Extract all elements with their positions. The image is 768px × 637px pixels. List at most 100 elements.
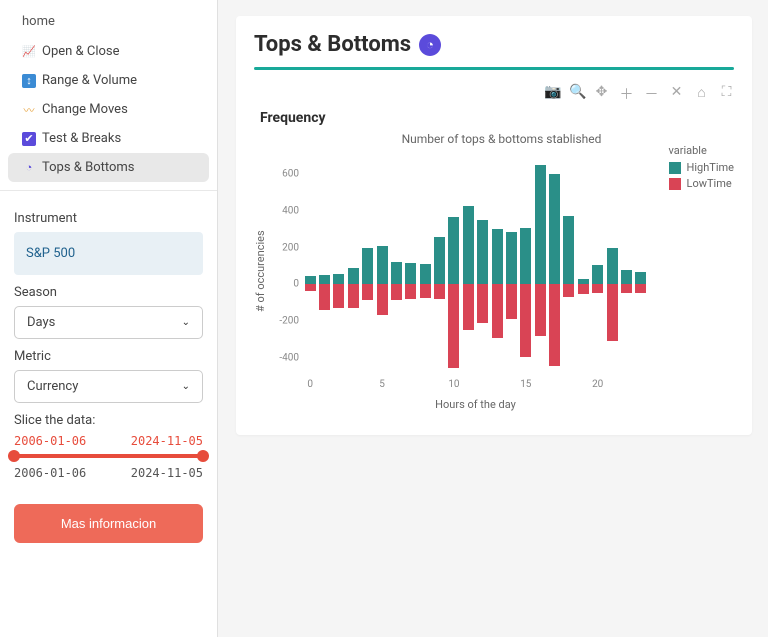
bar-group bbox=[619, 156, 633, 376]
bar-group bbox=[346, 156, 360, 376]
bar-group bbox=[303, 156, 317, 376]
slider-thumb-end[interactable] bbox=[197, 450, 209, 462]
bar-low bbox=[492, 284, 503, 338]
camera-icon[interactable]: 📷 bbox=[544, 84, 559, 104]
nav-item-label: Test & Breaks bbox=[42, 131, 121, 146]
bar-group bbox=[432, 156, 446, 376]
more-info-button[interactable]: Mas informacion bbox=[14, 504, 203, 543]
bar-low bbox=[578, 284, 589, 294]
metric-value: Currency bbox=[27, 379, 78, 394]
x-tick: 20 bbox=[592, 379, 603, 390]
bar-low bbox=[434, 284, 445, 299]
metric-label: Metric bbox=[14, 349, 203, 364]
y-tick: -200 bbox=[269, 316, 299, 327]
bar-low bbox=[305, 284, 316, 290]
bar-high bbox=[621, 270, 632, 285]
bar-high bbox=[319, 275, 330, 284]
nav: home 📈Open & Close ↕ Range & Volume 〰Change… bbox=[0, 0, 217, 191]
bar-high bbox=[448, 217, 459, 285]
legend-title: variable bbox=[669, 144, 734, 157]
reset-icon[interactable]: ⌂ bbox=[694, 84, 709, 104]
nav-icon: ◔ bbox=[22, 161, 36, 175]
season-value: Days bbox=[27, 315, 55, 330]
bar-group bbox=[562, 156, 576, 376]
bar-low bbox=[592, 284, 603, 293]
legend-label: LowTime bbox=[687, 177, 732, 190]
bar-high bbox=[506, 232, 517, 284]
instrument-field[interactable]: S&P 500 bbox=[14, 232, 203, 275]
bar-group bbox=[461, 156, 475, 376]
x-tick: 0 bbox=[307, 379, 313, 390]
legend: variable HighTime LowTime bbox=[669, 144, 734, 193]
bar-low bbox=[377, 284, 388, 315]
nav-icon: ✔ bbox=[22, 132, 36, 146]
bar-high bbox=[434, 237, 445, 285]
bar-high bbox=[305, 276, 316, 284]
slice-end-max: 2024-11-05 bbox=[131, 466, 203, 480]
bar-group bbox=[375, 156, 389, 376]
bar-low bbox=[549, 284, 560, 366]
bar-high bbox=[391, 262, 402, 284]
x-tick: 15 bbox=[520, 379, 531, 390]
nav-item-change-moves[interactable]: 〰Change Moves bbox=[0, 95, 217, 124]
pan-icon[interactable]: ✥ bbox=[594, 84, 609, 104]
bar-low bbox=[448, 284, 459, 367]
bar-low bbox=[535, 284, 546, 335]
nav-item-label: Open & Close bbox=[42, 44, 120, 59]
bar-high bbox=[377, 246, 388, 285]
chart-toolbar: 📷 🔍 ✥ ＋ － ✕ ⌂ ⛶ bbox=[254, 84, 734, 104]
bar-group bbox=[476, 156, 490, 376]
nav-item-label: Tops & Bottoms bbox=[42, 160, 135, 175]
clock-icon: ◔ bbox=[419, 34, 441, 56]
bar-high bbox=[549, 174, 560, 284]
bar-high bbox=[420, 264, 431, 284]
y-tick: 200 bbox=[269, 242, 299, 253]
slider-thumb-start[interactable] bbox=[8, 450, 20, 462]
instrument-label: Instrument bbox=[14, 211, 203, 226]
x-tick: 5 bbox=[379, 379, 385, 390]
page-title: Tops & Bottoms bbox=[254, 32, 411, 57]
autoscale-icon[interactable]: ✕ bbox=[669, 84, 684, 104]
y-tick: 600 bbox=[269, 169, 299, 180]
zoom-in-icon[interactable]: ＋ bbox=[619, 84, 634, 104]
bar-group bbox=[389, 156, 403, 376]
fullscreen-icon[interactable]: ⛶ bbox=[719, 84, 734, 104]
nav-item-range-volume[interactable]: ↕ Range & Volume bbox=[0, 66, 217, 95]
card: Tops & Bottoms ◔ 📷🔍✥＋－✕⌂⛶ Frequency # of… bbox=[236, 16, 752, 435]
nav-icon: ↕ bbox=[22, 74, 36, 88]
legend-swatch bbox=[669, 178, 681, 190]
bar-group bbox=[533, 156, 547, 376]
bar-low bbox=[420, 284, 431, 298]
metric-select[interactable]: Currency ⌄ bbox=[14, 370, 203, 403]
nav-item-tops-bottoms[interactable]: ◔ Tops & Bottoms bbox=[8, 153, 209, 182]
nav-item-open-close[interactable]: 📈Open & Close bbox=[0, 37, 217, 66]
bar-high bbox=[635, 272, 646, 284]
date-range-slider[interactable]: 2006-01-06 2024-11-05 2006-01-06 2024-11… bbox=[14, 434, 203, 480]
bar-group bbox=[519, 156, 533, 376]
nav-item-test-breaks[interactable]: ✔ Test & Breaks bbox=[0, 124, 217, 153]
controls-panel: Instrument S&P 500 Season Days ⌄ Metric … bbox=[0, 191, 217, 555]
bar-high bbox=[477, 220, 488, 284]
nav-item-label: Range & Volume bbox=[42, 73, 137, 88]
bar-low bbox=[319, 284, 330, 310]
zoom-icon[interactable]: 🔍 bbox=[569, 84, 584, 104]
season-select[interactable]: Days ⌄ bbox=[14, 306, 203, 339]
zoom-out-icon[interactable]: － bbox=[644, 84, 659, 104]
bar-low bbox=[635, 284, 646, 293]
chart-title: Number of tops & bottoms stablished bbox=[269, 132, 734, 146]
bar-low bbox=[607, 284, 618, 341]
bar-high bbox=[520, 228, 531, 285]
legend-swatch bbox=[669, 162, 681, 174]
bar-group bbox=[404, 156, 418, 376]
bar-high bbox=[592, 265, 603, 284]
legend-item[interactable]: LowTime bbox=[669, 177, 734, 190]
nav-home[interactable]: home bbox=[0, 8, 217, 37]
main: Tops & Bottoms ◔ 📷🔍✥＋－✕⌂⛶ Frequency # of… bbox=[218, 0, 768, 637]
bar-low bbox=[463, 284, 474, 330]
bar-low bbox=[506, 284, 517, 319]
plot-area[interactable]: -400-2000200400600 bbox=[303, 156, 648, 376]
legend-item[interactable]: HighTime bbox=[669, 161, 734, 174]
bar-group bbox=[605, 156, 619, 376]
bar-low bbox=[391, 284, 402, 300]
bar-high bbox=[492, 229, 503, 284]
